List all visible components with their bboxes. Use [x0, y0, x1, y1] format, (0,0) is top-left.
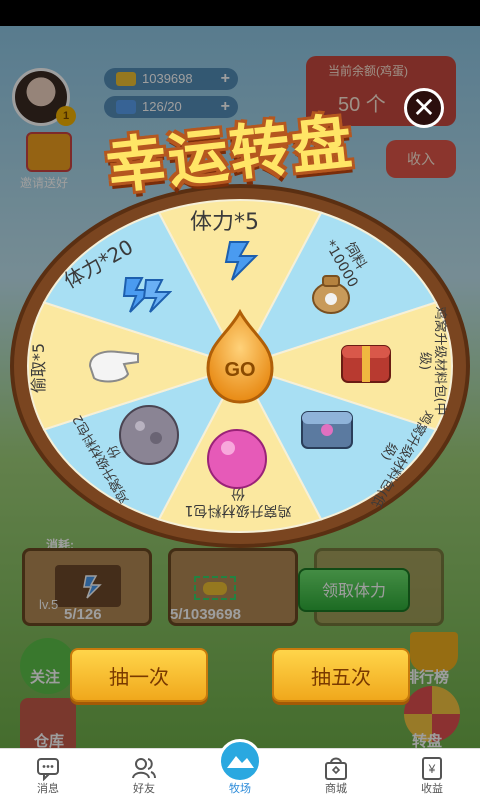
- nav-messages[interactable]: 消息: [0, 749, 96, 800]
- status-bar: [0, 0, 480, 26]
- draw-once-button[interactable]: 抽一次: [70, 648, 208, 702]
- feed-bag-icon: [312, 275, 350, 314]
- income-icon: ¥: [422, 757, 442, 780]
- svg-text:¥: ¥: [428, 762, 436, 776]
- message-icon: [37, 758, 59, 781]
- nav-income-label: 收益: [421, 783, 443, 795]
- go-label[interactable]: GO: [224, 359, 255, 381]
- chest-icon: [341, 345, 391, 383]
- draw-five-button[interactable]: 抽五次: [272, 648, 410, 702]
- nav-ranch-label: 牧场: [229, 783, 251, 795]
- friends-icon: [132, 758, 156, 779]
- title-banner: 幸运转盘: [60, 96, 400, 214]
- segment-label-stamina-5: 体力*5: [190, 210, 259, 235]
- nav-income[interactable]: ¥ 收益: [384, 749, 480, 800]
- segment-label-mid-chest: 鸡窝升级材料包(中级): [417, 306, 447, 416]
- shop-icon: [325, 757, 347, 780]
- nav-friends-label: 好友: [133, 783, 155, 795]
- nav-shop-label: 商城: [325, 783, 347, 795]
- nav-friends[interactable]: 好友: [96, 749, 192, 800]
- nav-shop[interactable]: 商城: [288, 749, 384, 800]
- close-button[interactable]: ✕: [404, 88, 444, 128]
- ranch-icon: [218, 739, 262, 783]
- stamina-icon: [224, 241, 259, 281]
- nav-messages-label: 消息: [37, 783, 59, 795]
- pink-egg-icon: [207, 429, 267, 489]
- stone-egg-icon: [119, 405, 179, 465]
- bottom-nav: 消息 好友 牧场 商城 ¥ 收益: [0, 739, 480, 800]
- stamina-icon: [122, 277, 172, 313]
- nav-ranch[interactable]: 牧场: [192, 739, 288, 800]
- iron-chest-icon: [301, 411, 353, 449]
- segment-label-steal: 偷取*5: [29, 342, 49, 394]
- glove-icon: [88, 350, 139, 383]
